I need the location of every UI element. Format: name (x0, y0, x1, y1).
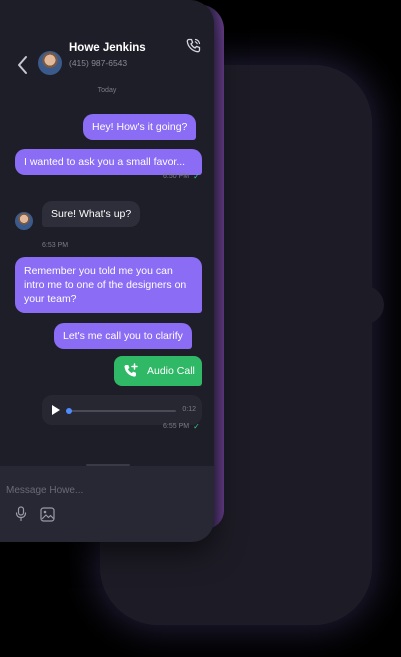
read-check-icon: ✓ (193, 172, 200, 181)
voice-progress-knob[interactable] (66, 408, 72, 414)
message-time: 6:55 PM (163, 423, 190, 430)
voice-duration: 0:12 (182, 406, 196, 413)
day-separator: Today (97, 87, 117, 94)
audio-call-label: Audio Call (147, 365, 195, 377)
image-icon[interactable] (40, 507, 55, 522)
background-shadow-nub (340, 285, 384, 325)
message-outgoing[interactable]: Hey! How's it going? (83, 114, 197, 140)
phone-plus-icon (124, 363, 138, 377)
audio-call-button[interactable]: Audio Call (114, 356, 202, 386)
phone-call-icon[interactable] (185, 37, 203, 55)
message-composer (0, 466, 214, 542)
message-time: 6:50 PM (163, 173, 190, 180)
message-outgoing[interactable]: Remember you told me you can intro me to… (15, 257, 202, 313)
chat-screen: Howe Jenkins (415) 987-6543 Today Hey! H… (0, 0, 214, 542)
message-meta: 6:50 PM ✓ (163, 172, 200, 181)
read-check-icon: ✓ (193, 422, 200, 431)
avatar[interactable] (38, 51, 62, 75)
chevron-left-icon[interactable] (14, 54, 32, 76)
message-meta: 6:55 PM ✓ (163, 422, 200, 431)
message-meta: 6:53 PM (42, 242, 68, 249)
sender-avatar (15, 212, 33, 230)
message-time: 6:53 PM (42, 242, 69, 249)
message-outgoing[interactable]: Let's me call you to clarify (54, 323, 192, 349)
message-input[interactable] (6, 480, 196, 500)
contact-phone: (415) 987-6543 (69, 58, 128, 68)
message-incoming[interactable]: Sure! What's up? (42, 201, 141, 227)
microphone-icon[interactable] (14, 506, 28, 522)
voice-message: 0:12 (42, 395, 202, 425)
contact-name: Howe Jenkins (69, 42, 146, 54)
voice-progress-track[interactable] (66, 408, 176, 414)
play-icon[interactable] (52, 405, 60, 415)
